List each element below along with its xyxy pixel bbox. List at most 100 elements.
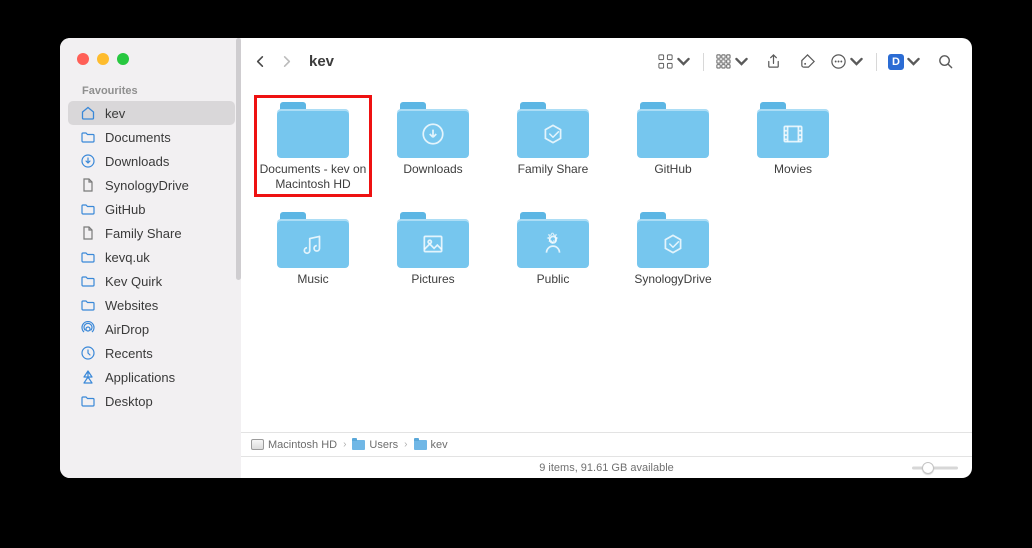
- sidebar-item-kevq-uk[interactable]: kevq.uk: [68, 245, 235, 269]
- sidebar-item-label: Websites: [105, 298, 158, 313]
- folder-icon: [80, 201, 96, 217]
- apps-icon: [80, 369, 96, 385]
- sidebar-item-airdrop[interactable]: AirDrop: [68, 317, 235, 341]
- sidebar-item-label: SynologyDrive: [105, 178, 189, 193]
- sidebar-item-label: GitHub: [105, 202, 145, 217]
- folder-documents-kev-on-macintosh-hd[interactable]: Documents - kev on Macintosh HD: [259, 100, 367, 192]
- file-icon: [80, 225, 96, 241]
- tags-button[interactable]: [792, 48, 822, 76]
- folder-icon: [80, 129, 96, 145]
- folder-label: Movies: [774, 162, 812, 177]
- sidebar-item-label: Kev Quirk: [105, 274, 162, 289]
- path-bar: Macintosh HD › Users › kev: [241, 432, 972, 456]
- folder-label: SynologyDrive: [634, 272, 711, 287]
- folder-icon: [517, 100, 589, 158]
- window-traffic-lights: [60, 38, 241, 77]
- sidebar-item-documents[interactable]: Documents: [68, 125, 235, 149]
- search-button[interactable]: [930, 48, 960, 76]
- sidebar-item-label: Family Share: [105, 226, 182, 241]
- zoom-slider[interactable]: [912, 462, 958, 474]
- folder-label: Downloads: [403, 162, 462, 177]
- sidebar-item-label: AirDrop: [105, 322, 149, 337]
- folder-icon: [277, 210, 349, 268]
- nav-back-button[interactable]: [247, 48, 273, 76]
- path-crumb-macintosh-hd[interactable]: Macintosh HD: [251, 439, 337, 451]
- sidebar-item-desktop[interactable]: Desktop: [68, 389, 235, 413]
- folder-family-share[interactable]: Family Share: [499, 100, 607, 192]
- view-icons-button[interactable]: [653, 48, 696, 76]
- path-separator-icon: ›: [343, 439, 346, 450]
- folder-icon: [397, 100, 469, 158]
- sidebar-item-label: Documents: [105, 130, 171, 145]
- folder-public[interactable]: Public: [499, 210, 607, 287]
- folder-label: Documents - kev on Macintosh HD: [259, 162, 367, 192]
- folder-icon: [517, 210, 589, 268]
- action-menu-button[interactable]: [826, 48, 869, 76]
- extension-button[interactable]: D: [884, 48, 926, 76]
- sidebar-item-downloads[interactable]: Downloads: [68, 149, 235, 173]
- extension-logo: D: [888, 54, 904, 70]
- folder-icon: [80, 273, 96, 289]
- folder-icon: [397, 210, 469, 268]
- sidebar-item-label: Recents: [105, 346, 153, 361]
- sidebar-list: kev Documents Downloads SynologyDrive GitHub…: [60, 101, 241, 413]
- folder-icon: [277, 100, 349, 158]
- sidebar-heading: Favourites: [60, 77, 241, 101]
- group-by-button[interactable]: [711, 48, 754, 76]
- sidebar-item-family-share[interactable]: Family Share: [68, 221, 235, 245]
- maximize-button[interactable]: [117, 53, 129, 65]
- folder-label: GitHub: [654, 162, 691, 177]
- toolbar-separator: [703, 53, 704, 71]
- sidebar-item-label: Downloads: [105, 154, 169, 169]
- folder-pictures[interactable]: Pictures: [379, 210, 487, 287]
- sidebar-item-kev-quirk[interactable]: Kev Quirk: [68, 269, 235, 293]
- sidebar-item-label: kev: [105, 106, 125, 121]
- content-area[interactable]: Documents - kev on Macintosh HD Downloads…: [241, 85, 972, 432]
- sidebar-item-kev[interactable]: kev: [68, 101, 235, 125]
- sidebar-item-recents[interactable]: Recents: [68, 341, 235, 365]
- sidebar: Favourites kev Documents Downloads Synology…: [60, 38, 241, 478]
- folder-synologydrive[interactable]: SynologyDrive: [619, 210, 727, 287]
- nav-forward-button[interactable]: [273, 48, 299, 76]
- folder-icon: [637, 210, 709, 268]
- sidebar-item-label: Desktop: [105, 394, 153, 409]
- window-title: kev: [309, 53, 334, 70]
- folder-label: Music: [297, 272, 328, 287]
- share-button[interactable]: [758, 48, 788, 76]
- path-crumb-label: Users: [369, 439, 398, 451]
- sidebar-item-github[interactable]: GitHub: [68, 197, 235, 221]
- folder-movies[interactable]: Movies: [739, 100, 847, 192]
- finder-window: Favourites kev Documents Downloads Synology…: [60, 38, 972, 478]
- clock-icon: [80, 345, 96, 361]
- folder-icon: [352, 440, 365, 450]
- folder-label: Public: [537, 272, 570, 287]
- airdrop-icon: [80, 321, 96, 337]
- home-icon: [80, 105, 96, 121]
- folder-icon: [637, 100, 709, 158]
- toolbar: kev D: [241, 38, 972, 85]
- folder-music[interactable]: Music: [259, 210, 367, 287]
- status-bar: 9 items, 91.61 GB available: [241, 456, 972, 478]
- sidebar-item-applications[interactable]: Applications: [68, 365, 235, 389]
- folder-icon: [80, 393, 96, 409]
- main-column: kev D: [241, 38, 972, 478]
- close-button[interactable]: [77, 53, 89, 65]
- sidebar-scrollbar[interactable]: [236, 38, 241, 280]
- status-text: 9 items, 91.61 GB available: [539, 462, 674, 474]
- sidebar-item-synologydrive[interactable]: SynologyDrive: [68, 173, 235, 197]
- path-crumb-kev[interactable]: kev: [414, 439, 448, 451]
- icon-grid: Documents - kev on Macintosh HD Downloads…: [259, 100, 958, 305]
- sidebar-item-label: Applications: [105, 370, 175, 385]
- folder-icon: [757, 100, 829, 158]
- folder-downloads[interactable]: Downloads: [379, 100, 487, 192]
- path-crumb-users[interactable]: Users: [352, 439, 398, 451]
- folder-icon: [80, 297, 96, 313]
- folder-label: Pictures: [411, 272, 454, 287]
- folder-icon: [80, 249, 96, 265]
- download-icon: [80, 153, 96, 169]
- folder-github[interactable]: GitHub: [619, 100, 727, 192]
- path-crumb-label: kev: [431, 439, 448, 451]
- sidebar-item-websites[interactable]: Websites: [68, 293, 235, 317]
- path-separator-icon: ›: [404, 439, 407, 450]
- minimize-button[interactable]: [97, 53, 109, 65]
